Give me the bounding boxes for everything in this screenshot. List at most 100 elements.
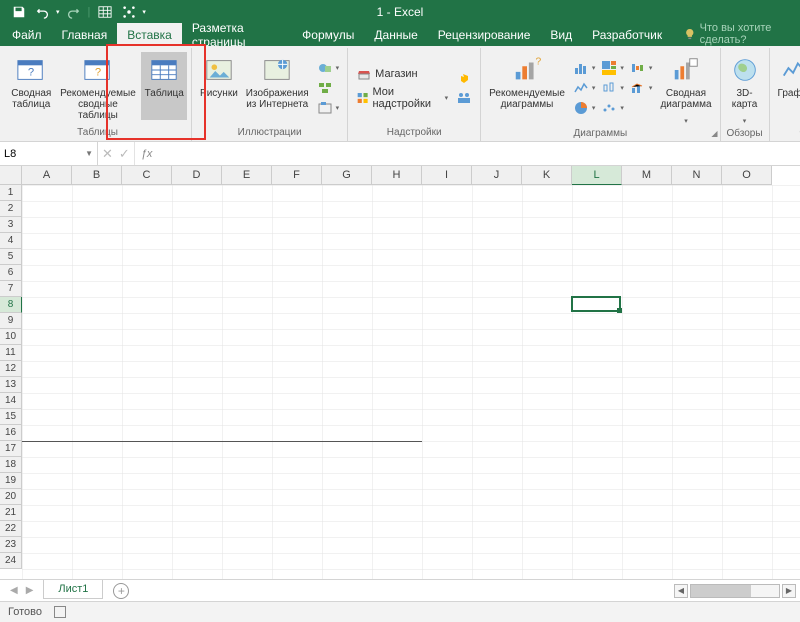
col-header-E[interactable]: E [222, 166, 272, 185]
waterfall-chart-button[interactable]: ▾ [628, 59, 655, 77]
my-addins-button[interactable]: Мои надстройки ▾ [354, 85, 450, 111]
scroll-track[interactable] [690, 584, 780, 598]
row-header-3[interactable]: 3 [0, 217, 22, 233]
qat-table-button[interactable] [94, 1, 116, 23]
row-header-11[interactable]: 11 [0, 345, 22, 361]
pivot-table-button[interactable]: ? Сводная таблица [8, 52, 55, 120]
recommended-pivot-button[interactable]: ? Рекомендуемые сводные таблицы [55, 52, 142, 123]
col-header-K[interactable]: K [522, 166, 572, 185]
tab-review[interactable]: Рецензирование [428, 23, 541, 46]
row-header-1[interactable]: 1 [0, 185, 22, 201]
pivot-chart-button[interactable]: Сводная диаграмма ▾ [656, 52, 715, 128]
qat-customize-icon[interactable]: ▾ [142, 8, 146, 16]
combo-chart-button[interactable]: ▾ [628, 79, 655, 97]
col-header-L[interactable]: L [572, 166, 622, 185]
row-header-22[interactable]: 22 [0, 521, 22, 537]
active-cell[interactable] [571, 296, 621, 312]
column-chart-button[interactable]: ▾ [571, 59, 598, 77]
row-header-20[interactable]: 20 [0, 489, 22, 505]
charts-dialog-launcher[interactable]: ◢ [711, 129, 717, 138]
row-header-2[interactable]: 2 [0, 201, 22, 217]
row-header-24[interactable]: 24 [0, 553, 22, 569]
hierarchy-chart-button[interactable]: ▾ [599, 59, 626, 77]
qat-touch-button[interactable] [118, 1, 140, 23]
row-header-10[interactable]: 10 [0, 329, 22, 345]
tab-insert[interactable]: Вставка [117, 23, 182, 46]
row-header-17[interactable]: 17 [0, 441, 22, 457]
scroll-thumb[interactable] [691, 585, 751, 597]
fx-button[interactable]: ƒx [135, 142, 153, 165]
col-header-H[interactable]: H [372, 166, 422, 185]
row-header-13[interactable]: 13 [0, 377, 22, 393]
row-header-15[interactable]: 15 [0, 409, 22, 425]
tab-page-layout[interactable]: Разметка страницы [182, 23, 292, 46]
row-header-18[interactable]: 18 [0, 457, 22, 473]
store-button[interactable]: Магазин [354, 65, 450, 83]
online-pictures-button[interactable]: Изображения из Интернета [242, 52, 313, 120]
statistic-chart-button[interactable]: ▾ [599, 79, 626, 97]
row-header-6[interactable]: 6 [0, 265, 22, 281]
row-header-21[interactable]: 21 [0, 505, 22, 521]
undo-dropdown-icon[interactable]: ▾ [56, 8, 60, 16]
line-chart-button[interactable]: ▾ [571, 79, 598, 97]
3d-map-button[interactable]: 3D- карта ▾ [725, 52, 765, 128]
col-header-F[interactable]: F [272, 166, 322, 185]
formula-input[interactable] [152, 142, 800, 165]
row-header-16[interactable]: 16 [0, 425, 22, 441]
row-header-14[interactable]: 14 [0, 393, 22, 409]
undo-button[interactable] [32, 1, 54, 23]
row-header-5[interactable]: 5 [0, 249, 22, 265]
name-box[interactable]: L8 ▼ [0, 142, 98, 165]
sparkline-line-button[interactable]: График [774, 52, 800, 120]
col-header-M[interactable]: M [622, 166, 672, 185]
save-button[interactable] [8, 1, 30, 23]
tell-me-box[interactable]: Что вы хотите сделать? [684, 22, 800, 46]
sheet-tab-active[interactable]: Лист1 [43, 580, 103, 599]
row-header-19[interactable]: 19 [0, 473, 22, 489]
screenshot-button[interactable]: ▾ [315, 99, 342, 117]
pictures-button[interactable]: Рисунки [196, 52, 242, 120]
col-header-A[interactable]: A [22, 166, 72, 185]
row-header-23[interactable]: 23 [0, 537, 22, 553]
enter-formula-icon[interactable]: ✓ [119, 146, 130, 162]
shapes-button[interactable]: ▾ [315, 59, 342, 77]
recommended-charts-button[interactable]: ? Рекомендуемые диаграммы [485, 52, 569, 120]
people-graph-button[interactable] [454, 89, 474, 107]
row-header-8[interactable]: 8 [0, 297, 22, 313]
redo-button[interactable] [62, 1, 84, 23]
col-header-N[interactable]: N [672, 166, 722, 185]
cells-area[interactable] [22, 185, 800, 579]
tab-file[interactable]: Файл [2, 23, 52, 46]
smartart-button[interactable] [315, 79, 342, 97]
col-header-O[interactable]: O [722, 166, 772, 185]
tab-developer[interactable]: Разработчик [582, 23, 672, 46]
tab-data[interactable]: Данные [364, 23, 427, 46]
scatter-chart-button[interactable]: ▾ [599, 99, 626, 117]
worksheet-grid[interactable]: ABCDEFGHIJKLMNO 123456789101112131415161… [0, 166, 800, 579]
row-header-12[interactable]: 12 [0, 361, 22, 377]
select-all-corner[interactable] [0, 166, 22, 185]
col-header-B[interactable]: B [72, 166, 122, 185]
scroll-left-icon[interactable]: ◀ [674, 584, 688, 598]
col-header-G[interactable]: G [322, 166, 372, 185]
row-header-4[interactable]: 4 [0, 233, 22, 249]
pie-chart-button[interactable]: ▾ [571, 99, 598, 117]
horizontal-scrollbar[interactable]: ◀ ▶ [674, 584, 800, 598]
cancel-formula-icon[interactable]: ✕ [102, 146, 113, 162]
tab-formulas[interactable]: Формулы [292, 23, 364, 46]
sheet-nav-next-icon[interactable]: ▶ [26, 585, 34, 596]
name-box-dropdown-icon[interactable]: ▼ [85, 149, 93, 158]
col-header-D[interactable]: D [172, 166, 222, 185]
col-header-C[interactable]: C [122, 166, 172, 185]
col-header-I[interactable]: I [422, 166, 472, 185]
table-button[interactable]: Таблица [141, 52, 187, 120]
row-header-7[interactable]: 7 [0, 281, 22, 297]
tab-home[interactable]: Главная [52, 23, 118, 46]
bing-maps-button[interactable] [454, 69, 474, 87]
sheet-nav-prev-icon[interactable]: ◀ [10, 585, 18, 596]
scroll-right-icon[interactable]: ▶ [782, 584, 796, 598]
tab-view[interactable]: Вид [540, 23, 582, 46]
new-sheet-button[interactable]: + [113, 583, 129, 599]
col-header-J[interactable]: J [472, 166, 522, 185]
row-header-9[interactable]: 9 [0, 313, 22, 329]
